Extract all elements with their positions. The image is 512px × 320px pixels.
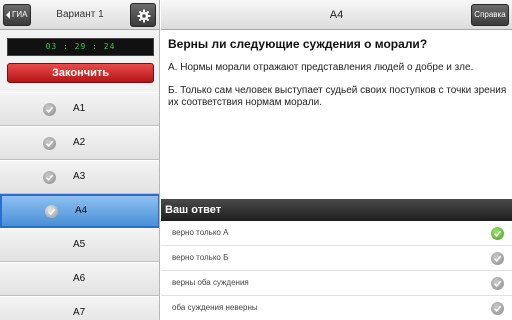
question-item-a2[interactable]: А2 [0,126,159,160]
answer-option-label: верно только А [172,228,229,237]
question-title: А4 [329,9,344,21]
answer-option-label: верны оба суждения [172,278,249,287]
statement-a: А. Нормы морали отражают представления л… [168,62,474,73]
checkmark-icon [491,277,504,290]
checkmark-icon [491,227,504,240]
question-item-label: А7 [73,307,86,318]
question-item-label: А2 [73,137,86,148]
question-item-label: А1 [73,103,86,114]
statement-b: Б. Только сам человек выступает судьей с… [168,85,507,108]
answer-option-1[interactable]: верно только А [161,221,512,246]
question-item-label: А3 [73,171,86,182]
finish-button[interactable]: Закончить [7,63,154,83]
question-item-a6[interactable]: А6 [0,262,159,296]
checkmark-icon [491,302,504,315]
checkmark-icon [45,205,58,218]
question-item-a7[interactable]: А7 [0,296,159,320]
checkmark-icon [43,137,56,150]
answer-option-4[interactable]: оба суждения неверны [161,296,512,320]
checkmark-icon [43,171,56,184]
checkmark-icon [43,103,56,116]
sidebar-header: ГИА Вариант 1 [0,0,159,30]
question-item-label: А6 [73,273,86,284]
question-sidebar: ГИА Вариант 1 03 : 29 : 24 Закончить А1 … [0,0,160,320]
back-button-label: ГИА [12,10,28,19]
answer-section-header: Ваш ответ [161,199,512,221]
answer-option-label: верно только Б [172,253,229,262]
question-item-a5[interactable]: А5 [0,228,159,262]
answer-option-label: оба суждения неверны [172,303,258,312]
answer-option-3[interactable]: верны оба суждения [161,271,512,296]
gear-icon [137,9,151,23]
timer-display: 03 : 29 : 24 [7,38,154,56]
answer-option-2[interactable]: верно только Б [161,246,512,271]
back-button[interactable]: ГИА [3,4,31,26]
question-item-a1[interactable]: А1 [0,92,159,126]
question-item-label: А4 [75,205,88,216]
variant-title: Вариант 1 [56,9,104,20]
question-item-label: А5 [73,239,86,250]
question-list: А1 А2 А3 А4 А5 А6 А7 [0,92,159,320]
question-item-a3[interactable]: А3 [0,160,159,194]
question-item-a4[interactable]: А4 [0,194,159,228]
checkmark-icon [491,252,504,265]
help-button[interactable]: Справка [471,4,509,26]
settings-button[interactable] [130,3,156,27]
question-text: Верны ли следующие суждения о морали? [168,37,428,51]
answer-list: верно только А верно только Б верны оба … [161,221,512,320]
question-header: А4 Справка [161,0,512,30]
back-arrow-icon [6,11,10,19]
